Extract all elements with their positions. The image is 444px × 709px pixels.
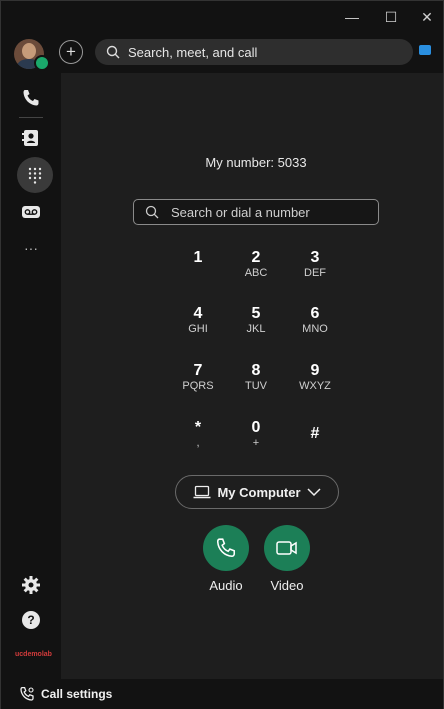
sidebar: ··· ? ucdemolab [1, 73, 61, 679]
video-camera-icon [276, 541, 297, 555]
video-call-button[interactable] [264, 525, 310, 571]
chevron-down-icon [307, 488, 321, 497]
key-letters: DEF [304, 267, 326, 279]
maximize-button[interactable]: ☐ [377, 7, 405, 27]
close-button[interactable]: ✕ [413, 7, 441, 27]
my-number-label: My number: 5033 [205, 155, 307, 170]
key-letters: + [252, 437, 260, 449]
key-star[interactable]: * , [173, 419, 223, 465]
dialpad-panel: My number: 5033 Search or dial a number … [61, 73, 443, 679]
key-digit: * [194, 419, 202, 436]
key-letters: WXYZ [299, 380, 331, 392]
key-digit: # [310, 425, 320, 442]
sidebar-item-voicemail[interactable] [16, 197, 46, 227]
key-digit: 6 [310, 305, 320, 322]
search-icon [145, 205, 159, 219]
voicemail-icon [22, 206, 40, 218]
video-label: Video [270, 578, 304, 593]
key-letters: PQRS [182, 380, 214, 392]
key-digit: 3 [310, 249, 320, 266]
add-button[interactable]: + [59, 40, 83, 64]
key-0[interactable]: 0 + [231, 419, 281, 465]
title-bar: — ☐ ✕ [1, 1, 443, 33]
sidebar-item-contacts[interactable] [16, 123, 46, 153]
search-icon [106, 45, 120, 59]
key-9[interactable]: 9 WXYZ [290, 362, 340, 408]
phone-settings-icon [20, 686, 34, 701]
key-4[interactable]: 4 GHI [173, 305, 223, 351]
laptop-icon [193, 485, 211, 499]
dial-placeholder: Search or dial a number [171, 204, 310, 220]
dial-search-input[interactable]: Search or dial a number [133, 199, 379, 225]
app-window: — ☐ ✕ + Search, meet, and call ··· ? ucd… [0, 0, 444, 709]
key-letters: MNO [302, 323, 328, 335]
key-hash[interactable]: # [290, 425, 340, 471]
call-settings-label: Call settings [41, 687, 113, 701]
key-digit: 2 [251, 249, 261, 266]
search-meet-call-input[interactable]: Search, meet, and call [95, 39, 413, 65]
key-1[interactable]: 1 [173, 249, 223, 295]
key-6[interactable]: 6 MNO [290, 305, 340, 351]
key-letters: TUV [245, 380, 267, 392]
minimize-button[interactable]: — [338, 7, 366, 27]
presence-status-icon [34, 55, 50, 71]
key-3[interactable]: 3 DEF [290, 249, 340, 295]
key-2[interactable]: 2 ABC [231, 249, 281, 295]
key-digit: 5 [251, 305, 261, 322]
avatar-face [22, 43, 36, 59]
device-selector-button[interactable]: My Computer [175, 475, 339, 509]
brand-logo: ucdemolab [15, 651, 52, 658]
gear-icon [22, 576, 40, 594]
call-settings-bar[interactable]: Call settings [1, 679, 443, 709]
notification-icon[interactable] [419, 45, 431, 55]
contacts-icon [22, 130, 38, 146]
sidebar-item-dialpad[interactable] [20, 160, 50, 190]
key-letters: ABC [244, 267, 268, 279]
phone-icon [216, 538, 236, 558]
phone-icon [23, 90, 39, 106]
key-5[interactable]: 5 JKL [231, 305, 281, 351]
key-digit: 9 [310, 362, 320, 379]
sidebar-item-help[interactable]: ? [16, 605, 46, 635]
audio-call-button[interactable] [203, 525, 249, 571]
key-digit: 0 [251, 419, 261, 436]
key-letters: , [196, 437, 200, 449]
help-icon: ? [22, 611, 40, 629]
sidebar-item-more[interactable]: ··· [16, 233, 46, 263]
key-digit: 7 [193, 362, 203, 379]
key-8[interactable]: 8 TUV [231, 362, 281, 408]
key-letters: GHI [188, 323, 208, 335]
key-digit: 8 [251, 362, 261, 379]
sidebar-divider [19, 117, 43, 118]
device-label: My Computer [217, 484, 301, 500]
key-digit: 1 [193, 249, 203, 266]
top-bar: + Search, meet, and call [1, 33, 443, 73]
dialpad-icon [28, 167, 42, 184]
key-7[interactable]: 7 PQRS [173, 362, 223, 408]
key-letters: JKL [246, 323, 266, 335]
sidebar-item-settings[interactable] [16, 570, 46, 600]
key-digit: 4 [193, 305, 203, 322]
audio-label: Audio [209, 578, 243, 593]
search-label: Search, meet, and call [128, 44, 258, 60]
sidebar-item-calling[interactable] [16, 83, 46, 113]
